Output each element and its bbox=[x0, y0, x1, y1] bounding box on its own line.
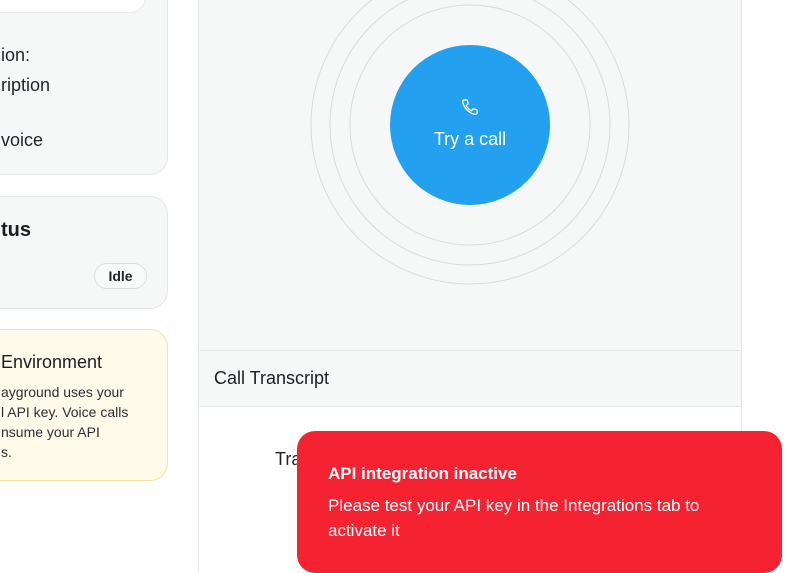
error-toast[interactable]: API integration inactive Please test you… bbox=[297, 431, 782, 573]
toast-title: API integration inactive bbox=[328, 464, 517, 483]
transcript-header: Call Transcript bbox=[199, 351, 741, 406]
environment-notice-card: Environment ayground uses your l API key… bbox=[0, 329, 168, 481]
config-line-3: voice bbox=[1, 130, 44, 150]
status-card: tus Idle bbox=[0, 196, 168, 309]
environment-card-title: Environment bbox=[1, 352, 103, 372]
phone-icon bbox=[461, 99, 478, 116]
status-card-title: tus bbox=[1, 219, 31, 241]
status-badge: Idle bbox=[94, 263, 147, 289]
configuration-card: ion: ription voice bbox=[0, 0, 168, 175]
transcript-title: Call Transcript bbox=[214, 368, 330, 388]
environment-card-body: ayground uses your l API key. Voice call… bbox=[1, 384, 129, 460]
try-call-label: Try a call bbox=[433, 129, 507, 149]
toast-message: Please test your API key in the Integrat… bbox=[328, 496, 700, 540]
try-call-button[interactable]: Try a call bbox=[390, 45, 550, 205]
playground-page: ion: ription voice tus Idle Environment … bbox=[0, 0, 786, 573]
config-line-2: ription bbox=[1, 75, 51, 95]
top-input-card bbox=[0, 0, 146, 13]
config-line-1: ion: bbox=[1, 45, 31, 65]
